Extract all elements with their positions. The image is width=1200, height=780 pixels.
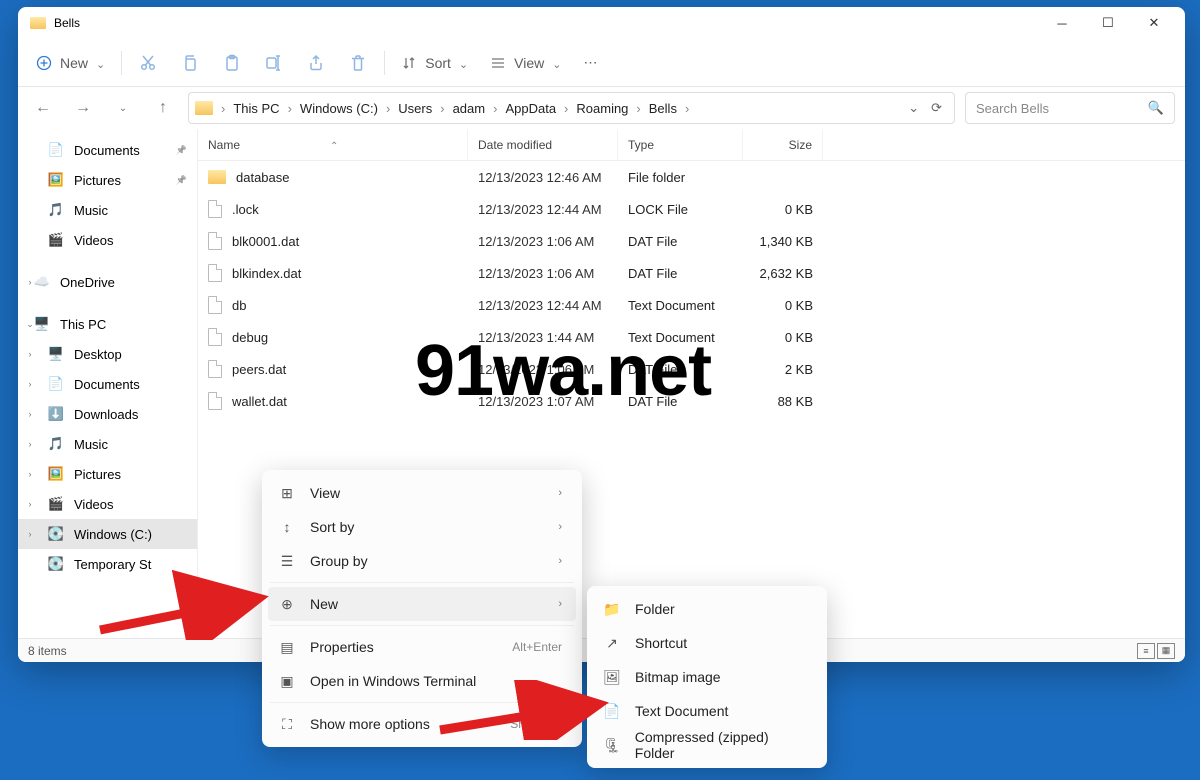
sidebar-music[interactable]: 🎵Music <box>18 195 197 225</box>
file-row[interactable]: peers.dat12/13/2023 1:06 AMDAT File2 KB <box>198 353 1185 385</box>
sidebar-onedrive[interactable]: ›☁️OneDrive <box>18 267 197 297</box>
close-button[interactable]: ✕ <box>1131 7 1177 39</box>
sidebar-documents2[interactable]: ›📄Documents <box>18 369 197 399</box>
file-icon <box>208 200 222 218</box>
sub-folder[interactable]: 📁Folder <box>593 592 821 626</box>
sidebar-documents[interactable]: 📄Documents <box>18 135 197 165</box>
folder-icon <box>208 170 226 184</box>
delete-button[interactable] <box>338 45 378 81</box>
sidebar-windows-c[interactable]: ›💽Windows (C:) <box>18 519 197 549</box>
icons-view-toggle[interactable]: ▦ <box>1157 643 1175 659</box>
view-label: View <box>514 55 544 71</box>
toolbar: New Sort View ⋯ <box>18 39 1185 87</box>
sub-zip[interactable]: 🗜Compressed (zipped) Folder <box>593 728 821 762</box>
file-row[interactable]: wallet.dat12/13/2023 1:07 AMDAT File88 K… <box>198 385 1185 417</box>
bc-user[interactable]: adam <box>449 101 490 116</box>
history-chevron-icon[interactable]: ⌄ <box>908 100 919 116</box>
refresh-icon[interactable]: ⟳ <box>931 100 942 116</box>
new-button[interactable]: New <box>26 46 115 80</box>
sub-shortcut[interactable]: ↗Shortcut <box>593 626 821 660</box>
sort-button[interactable]: Sort <box>391 46 478 80</box>
bc-bells[interactable]: Bells <box>645 101 681 116</box>
file-icon <box>208 296 222 314</box>
file-row[interactable]: database12/13/2023 12:46 AMFile folder <box>198 161 1185 193</box>
col-date[interactable]: Date modified <box>468 129 618 160</box>
titlebar: Bells ─ ☐ ✕ <box>18 7 1185 39</box>
maximize-button[interactable]: ☐ <box>1085 7 1131 39</box>
bc-roaming[interactable]: Roaming <box>572 101 632 116</box>
sidebar-pictures[interactable]: 🖼️Pictures <box>18 165 197 195</box>
sidebar-videos2[interactable]: ›🎬Videos <box>18 489 197 519</box>
bc-drive[interactable]: Windows (C:) <box>296 101 382 116</box>
sidebar-thispc[interactable]: ⌄🖥️This PC <box>18 309 197 339</box>
share-button[interactable] <box>296 45 336 81</box>
sidebar-desktop[interactable]: ›🖥️Desktop <box>18 339 197 369</box>
nav-row: ← → ⌄ ↑ This PC Windows (C:) Users adam … <box>18 87 1185 129</box>
back-button[interactable]: ← <box>28 93 58 123</box>
sidebar-downloads[interactable]: ›⬇️Downloads <box>18 399 197 429</box>
sidebar-temporary[interactable]: 💽Temporary St <box>18 549 197 579</box>
recent-button[interactable]: ⌄ <box>108 93 138 123</box>
col-name[interactable]: Name <box>198 129 468 160</box>
ctx-terminal[interactable]: ▣Open in Windows Terminal <box>268 664 576 698</box>
file-icon <box>208 232 222 250</box>
ctx-new[interactable]: ⊕New› <box>268 587 576 621</box>
rename-button[interactable] <box>254 45 294 81</box>
bc-appdata[interactable]: AppData <box>501 101 560 116</box>
col-size[interactable]: Size <box>743 129 823 160</box>
view-button[interactable]: View <box>480 46 571 80</box>
cut-button[interactable] <box>128 45 168 81</box>
sidebar-pictures2[interactable]: ›🖼️Pictures <box>18 459 197 489</box>
col-type[interactable]: Type <box>618 129 743 160</box>
column-headers: Name Date modified Type Size <box>198 129 1185 161</box>
ctx-sort[interactable]: ↕Sort by› <box>268 510 576 544</box>
ctx-view[interactable]: ⊞View› <box>268 476 576 510</box>
file-row[interactable]: .lock12/13/2023 12:44 AMLOCK File0 KB <box>198 193 1185 225</box>
folder-icon <box>195 101 213 115</box>
sidebar-videos[interactable]: 🎬Videos <box>18 225 197 255</box>
search-icon: 🔍 <box>1148 100 1164 116</box>
ctx-properties[interactable]: ▤PropertiesAlt+Enter <box>268 630 576 664</box>
file-icon <box>208 264 222 282</box>
sort-indicator-icon <box>330 138 338 152</box>
search-placeholder: Search Bells <box>976 101 1049 116</box>
ctx-more[interactable]: ⛶Show more optionsShift+F10 <box>268 707 576 741</box>
breadcrumb[interactable]: This PC Windows (C:) Users adam AppData … <box>188 92 955 124</box>
ctx-group[interactable]: ☰Group by› <box>268 544 576 578</box>
file-row[interactable]: db12/13/2023 12:44 AMText Document0 KB <box>198 289 1185 321</box>
file-icon <box>208 360 222 378</box>
minimize-button[interactable]: ─ <box>1039 7 1085 39</box>
bc-users[interactable]: Users <box>394 101 436 116</box>
forward-button[interactable]: → <box>68 93 98 123</box>
new-label: New <box>60 55 88 71</box>
bc-thispc[interactable]: This PC <box>229 101 283 116</box>
context-menu: ⊞View› ↕Sort by› ☰Group by› ⊕New› ▤Prope… <box>262 470 582 747</box>
explorer-window: Bells ─ ☐ ✕ New Sort View ⋯ ← → <box>18 7 1185 662</box>
sub-text[interactable]: 📄Text Document <box>593 694 821 728</box>
details-view-toggle[interactable]: ≡ <box>1137 643 1155 659</box>
sidebar: 📄Documents 🖼️Pictures 🎵Music 🎬Videos ›☁️… <box>18 129 198 638</box>
item-count: 8 items <box>28 644 67 658</box>
file-row[interactable]: debug12/13/2023 1:44 AMText Document0 KB <box>198 321 1185 353</box>
up-button[interactable]: ↑ <box>148 93 178 123</box>
copy-button[interactable] <box>170 45 210 81</box>
file-icon <box>208 328 222 346</box>
file-icon <box>208 392 222 410</box>
sub-bitmap[interactable]: 🖼Bitmap image <box>593 660 821 694</box>
file-row[interactable]: blk0001.dat12/13/2023 1:06 AMDAT File1,3… <box>198 225 1185 257</box>
new-submenu: 📁Folder ↗Shortcut 🖼Bitmap image 📄Text Do… <box>587 586 827 768</box>
sidebar-music2[interactable]: ›🎵Music <box>18 429 197 459</box>
folder-icon <box>30 17 46 29</box>
search-input[interactable]: Search Bells 🔍 <box>965 92 1175 124</box>
file-row[interactable]: blkindex.dat12/13/2023 1:06 AMDAT File2,… <box>198 257 1185 289</box>
sort-label: Sort <box>425 55 451 71</box>
paste-button[interactable] <box>212 45 252 81</box>
more-button[interactable]: ⋯ <box>573 46 607 80</box>
window-title: Bells <box>54 16 1039 30</box>
